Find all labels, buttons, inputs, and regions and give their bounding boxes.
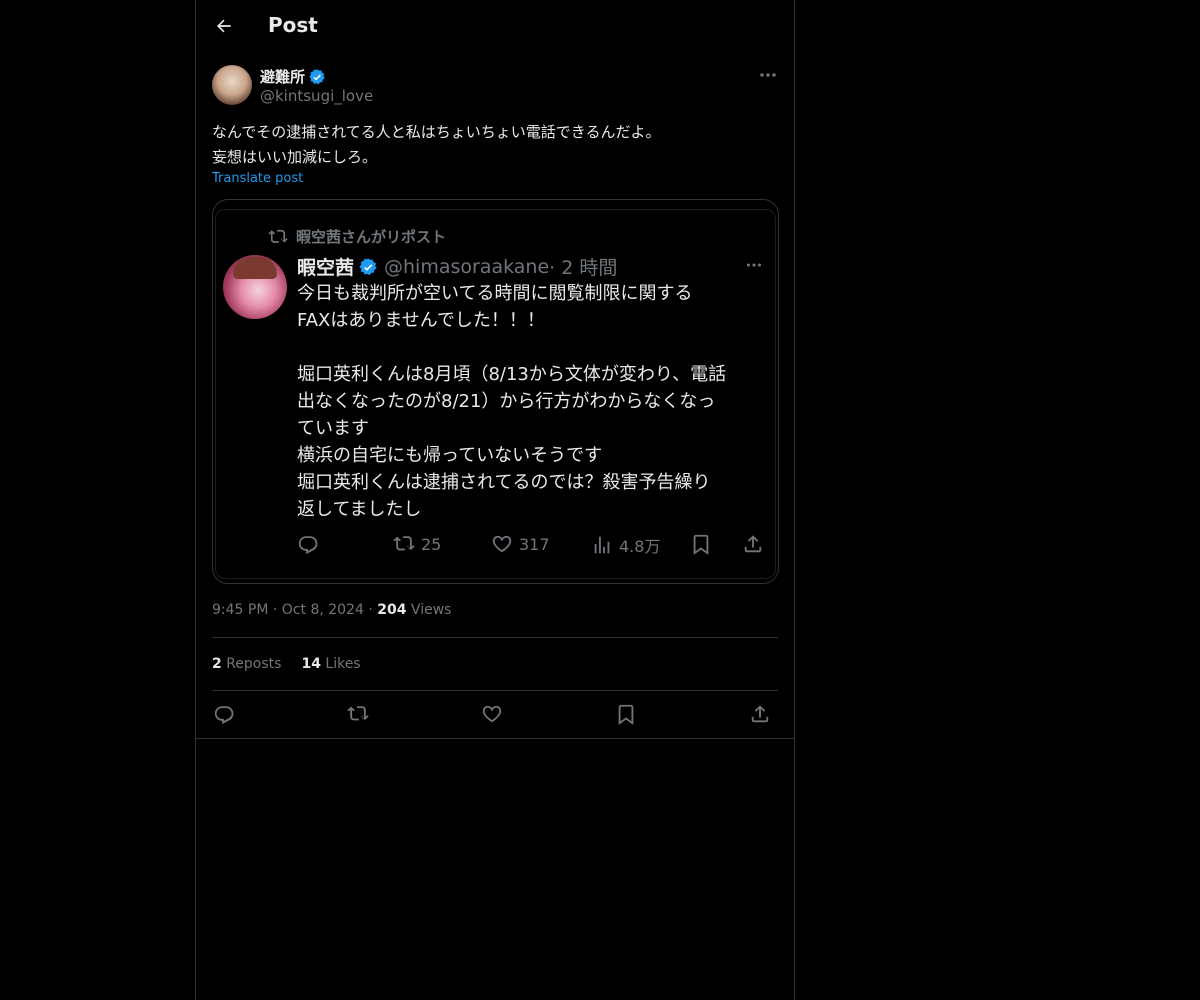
reposts-count: 2 [212,656,222,672]
repost-icon [268,229,288,243]
quoted-action-bar: 25 317 4.8万 [297,533,767,559]
like-button[interactable] [480,702,504,726]
engagement-stats: 2 Reposts 14 Likes [212,656,361,672]
quoted-views-button[interactable]: 4.8万 [591,533,660,557]
reply-icon [214,706,234,725]
quoted-header: 暇空茜 @himasoraakane · 2 時間 [297,253,617,280]
repost-button[interactable] [346,702,370,726]
bookmark-icon [618,704,634,725]
more-options-button[interactable] [756,66,780,84]
divider [212,690,778,691]
repost-indicator: 暇空茜さんがリポスト [268,226,446,247]
quoted-retweet-button[interactable]: 25 [393,533,441,555]
divider [212,637,778,638]
verified-badge-icon [359,257,377,275]
quoted-reply-button[interactable] [297,533,325,555]
analytics-icon [594,536,610,554]
reply-icon [298,536,318,555]
main-column: Post 避難所 @kintsugi_love なんでその逮捕されてる人と私はち… [195,0,795,1000]
author-name[interactable]: 避難所 [260,66,305,87]
share-icon [744,535,762,553]
quoted-author-name[interactable]: 暇空茜 [297,253,354,280]
quoted-share-button[interactable] [742,533,770,555]
quoted-author-handle[interactable]: @himasoraakane [384,256,549,278]
quoted-views-count: 4.8万 [619,537,661,556]
quoted-author-avatar[interactable] [223,255,287,319]
more-horizontal-icon [746,263,762,267]
likes-stat[interactable]: 14 Likes [301,656,360,672]
repost-icon [393,536,415,551]
likes-label: Likes [325,656,361,672]
page-title: Post [268,13,318,37]
quoted-like-button[interactable]: 317 [491,533,550,555]
quoted-more-button[interactable] [743,256,765,274]
back-button[interactable] [212,14,236,38]
post-date[interactable]: Oct 8, 2024 [282,602,364,618]
post-time[interactable]: 9:45 PM [212,602,268,618]
bookmark-icon [693,534,709,555]
quoted-bookmark-button[interactable] [690,533,718,555]
share-icon [751,705,769,723]
views-count: 204 [377,602,407,618]
post-action-bar [212,702,778,726]
author-name-row[interactable]: 避難所 [260,66,326,87]
reposts-stat[interactable]: 2 Reposts [212,656,281,672]
more-horizontal-icon [760,73,776,77]
heart-icon [482,705,502,723]
arrow-left-icon [217,19,231,33]
share-button[interactable] [748,702,772,726]
quoted-like-count: 317 [519,534,550,554]
reposts-label: Reposts [226,656,282,672]
views-label: Views [410,602,452,618]
author-handle[interactable]: @kintsugi_love [260,87,373,105]
quoted-post-text: 今日も裁判所が空いてる時間に閲覧制限に関する FAXはありませんでした！！！ 堀… [297,283,727,520]
top-bar: Post [196,0,794,53]
post-text: なんでその逮捕されてる人と私はちょいちょい電話できるんだよ。 妄想はいい加減にし… [212,123,661,166]
heart-icon [492,535,512,553]
likes-count: 14 [301,656,321,672]
verified-badge-icon [309,68,325,84]
repost-icon [347,706,369,721]
reply-button[interactable] [212,702,236,726]
bookmark-button[interactable] [614,702,638,726]
quoted-retweet-count: 25 [421,534,442,554]
repost-by-label: 暇空茜さんがリポスト [296,228,447,246]
translate-post-link[interactable]: Translate post [212,171,303,186]
quoted-timestamp[interactable]: · 2 時間 [549,253,617,280]
quoted-post-card[interactable]: 暇空茜さんがリポスト 暇空茜 @himasoraakane · 2 時間 今日も… [212,199,779,584]
divider [196,738,794,739]
post-meta: 9:45 PM · Oct 8, 2024 · 204 Views [212,602,452,618]
author-avatar[interactable] [212,65,252,105]
